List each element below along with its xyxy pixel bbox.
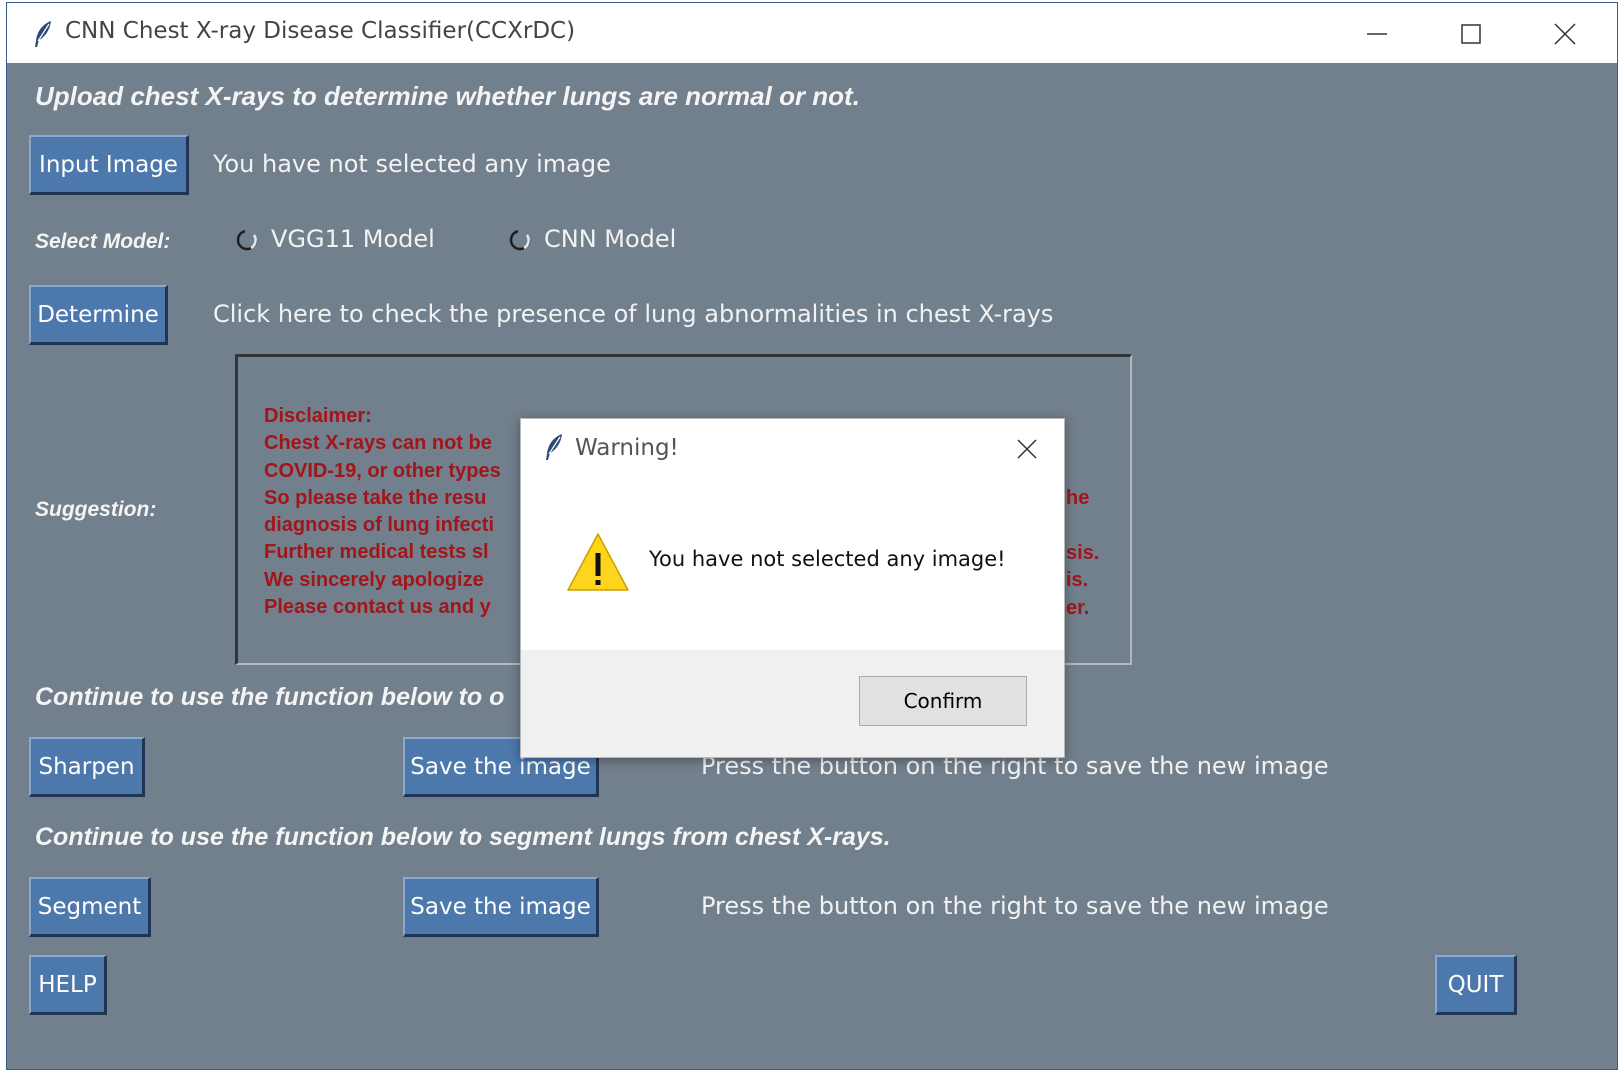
vgg11-radio[interactable] [236,229,258,251]
vgg11-option-label[interactable]: VGG11 Model [271,225,435,253]
sharpen-button[interactable]: Sharpen [29,737,145,797]
disclaimer-fragment: sis. [1066,542,1100,564]
dialog-title: Warning! [575,435,679,461]
close-icon[interactable] [1547,17,1583,51]
input-image-button[interactable]: Input Image [29,135,189,195]
confirm-button[interactable]: Confirm [859,676,1027,726]
disclaimer-fragment: he [1066,487,1090,509]
input-status-text: You have not selected any image [213,150,611,178]
close-icon[interactable] [1015,437,1039,461]
select-model-label: Select Model: [35,230,171,253]
save-image-button-segment[interactable]: Save the image [403,877,599,937]
save-hint-segment: Press the button on the right to save th… [701,892,1329,920]
disclaimer-fragment: is. [1066,569,1089,591]
segment-section-heading: Continue to use the function below to se… [35,823,891,851]
title-bar: CNN Chest X-ray Disease Classifier(CCXrD… [7,3,1617,63]
sharpen-section-heading: Continue to use the function below to o [35,683,505,711]
upload-heading: Upload chest X-rays to determine whether… [35,81,860,111]
cnn-option-label[interactable]: CNN Model [544,225,676,253]
suggestion-label: Suggestion: [35,498,157,521]
segment-button[interactable]: Segment [29,877,151,937]
disclaimer-fragment: er. [1066,597,1090,619]
feather-icon [546,434,562,460]
quit-button[interactable]: QUIT [1435,955,1517,1015]
dialog-message: You have not selected any image! [649,547,1006,571]
warning-dialog: Warning! You have not selected any image… [520,418,1065,758]
feather-icon [35,21,51,47]
help-button[interactable]: HELP [29,955,107,1015]
determine-hint-text: Click here to check the presence of lung… [213,300,1054,328]
cnn-radio[interactable] [509,229,531,251]
maximize-icon[interactable] [1453,17,1489,51]
window-title: CNN Chest X-ray Disease Classifier(CCXrD… [65,18,576,44]
dialog-footer: Confirm [521,650,1064,757]
minimize-icon[interactable] [1359,17,1395,51]
determine-button[interactable]: Determine [29,285,168,345]
warning-triangle-icon [567,533,629,591]
